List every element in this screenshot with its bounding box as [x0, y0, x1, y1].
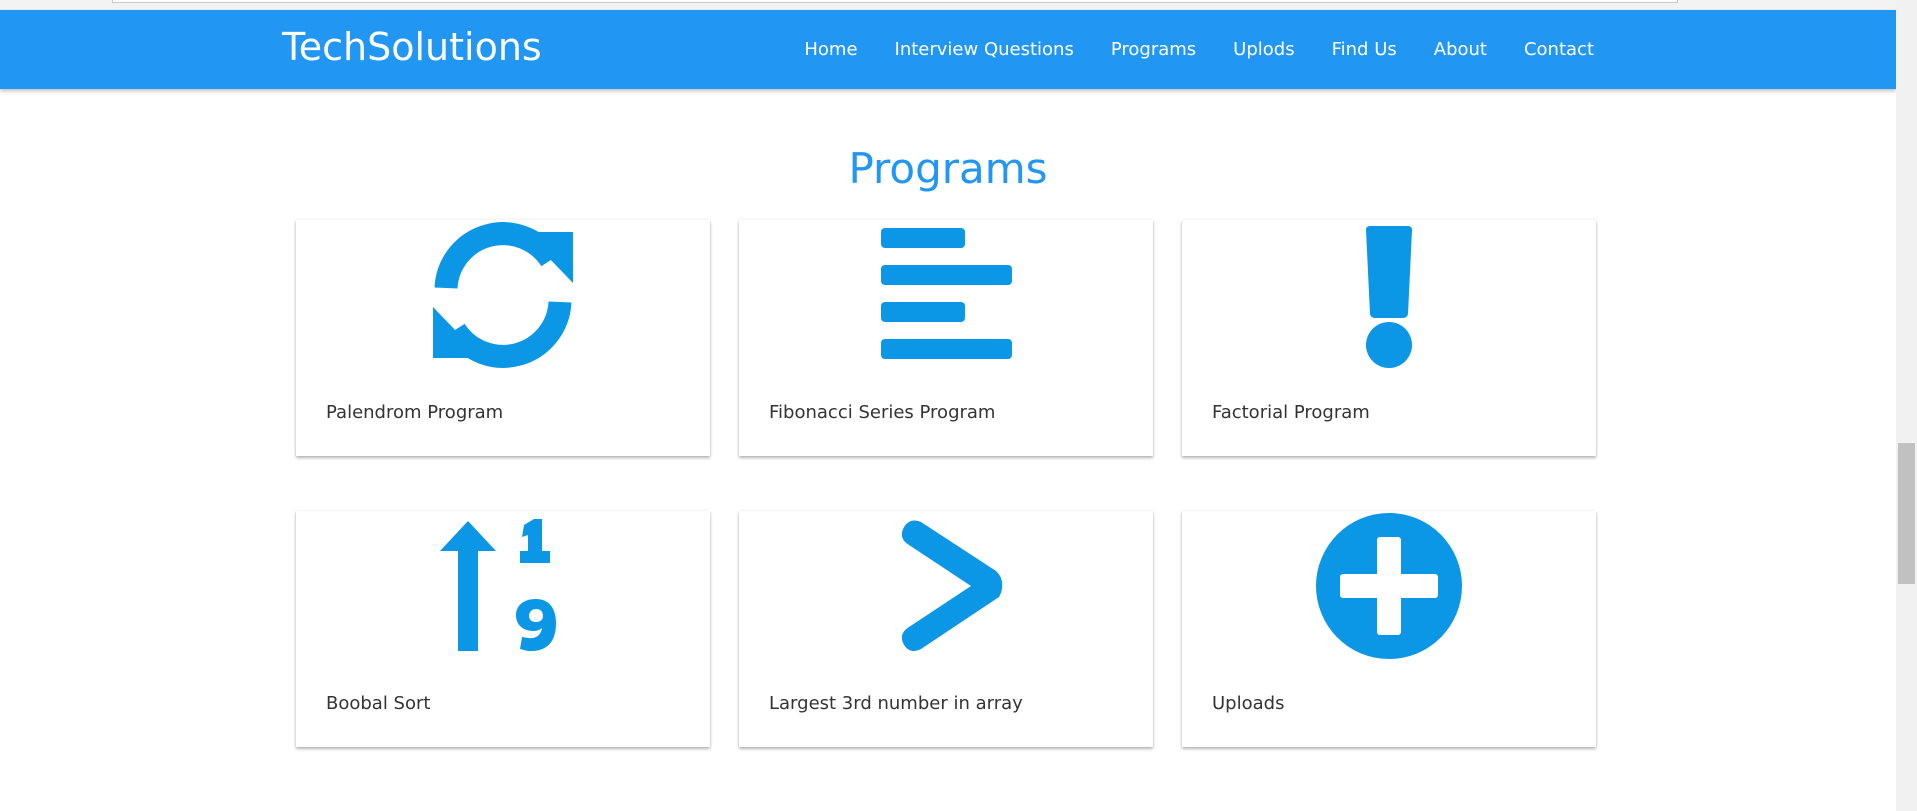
exclamation-icon	[1182, 220, 1596, 370]
align-left-icon	[739, 220, 1153, 370]
sync-icon	[296, 220, 710, 370]
nav-item-about[interactable]: About	[1434, 39, 1487, 60]
scrollbar-thumb[interactable]	[1898, 443, 1915, 584]
nav-item-contact[interactable]: Contact	[1524, 39, 1594, 60]
program-card-boobal-sort[interactable]: Boobal Sort	[296, 511, 710, 747]
card-label: Fibonacci Series Program	[769, 402, 996, 423]
address-bar-edge	[112, 0, 1678, 3]
card-label: Largest 3rd number in array	[769, 693, 1023, 714]
navbar: TechSolutions Home Interview Questions P…	[0, 10, 1896, 89]
program-card-factorial[interactable]: Factorial Program	[1182, 220, 1596, 456]
page: TechSolutions Home Interview Questions P…	[0, 0, 1917, 811]
card-label: Palendrom Program	[326, 402, 504, 423]
nav-item-programs[interactable]: Programs	[1111, 39, 1196, 60]
nav-item-interview-questions[interactable]: Interview Questions	[895, 39, 1074, 60]
scrollbar[interactable]	[1896, 0, 1917, 811]
page-title: Programs	[848, 144, 1048, 193]
nav-item-home[interactable]: Home	[804, 39, 857, 60]
nav-item-find-us[interactable]: Find Us	[1332, 39, 1397, 60]
program-card-fibonacci[interactable]: Fibonacci Series Program	[739, 220, 1153, 456]
program-card-largest-3rd[interactable]: Largest 3rd number in array	[739, 511, 1153, 747]
card-label: Boobal Sort	[326, 693, 431, 714]
sort-numeric-icon	[296, 511, 710, 661]
nav-item-uplods[interactable]: Uplods	[1233, 39, 1294, 60]
nav-menu: Home Interview Questions Programs Uplods…	[767, 10, 1594, 89]
program-card-uploads[interactable]: Uploads	[1182, 511, 1596, 747]
program-card-palendrom[interactable]: Palendrom Program	[296, 220, 710, 456]
browser-top-strip	[0, 0, 1896, 10]
plus-circle-icon	[1182, 511, 1596, 661]
brand-logo[interactable]: TechSolutions	[282, 25, 542, 69]
greater-than-icon	[739, 511, 1153, 661]
card-label: Factorial Program	[1212, 402, 1370, 423]
card-label: Uploads	[1212, 693, 1285, 714]
